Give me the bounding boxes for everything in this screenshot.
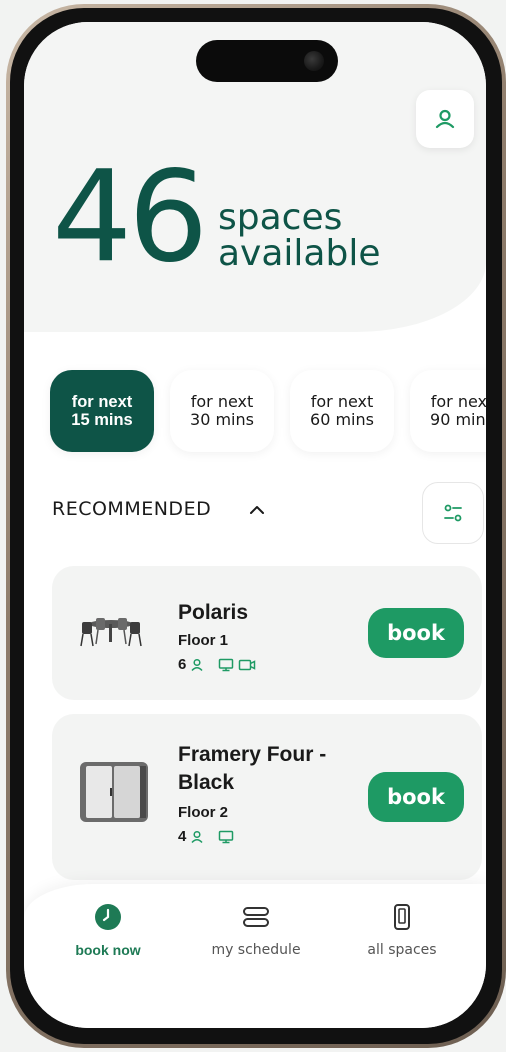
space-floor: Floor 1 [178, 632, 229, 649]
time-filter-line2: 60 mins [310, 410, 374, 429]
book-button[interactable]: book [368, 608, 464, 658]
monitor-icon [219, 658, 234, 671]
app-screen: 46 spaces available for next 15 mins for… [24, 22, 486, 1028]
available-label-line1: spaces [218, 197, 343, 238]
book-button[interactable]: book [368, 772, 464, 822]
space-name-line1: Framery Four - [178, 743, 327, 766]
user-icon [435, 109, 455, 129]
available-label: spaces available [218, 200, 381, 272]
nav-my-schedule[interactable]: my schedule [186, 902, 326, 972]
chevron-up-icon[interactable] [247, 500, 267, 520]
room-icon [394, 904, 410, 930]
schedule-icon [243, 907, 269, 927]
time-filter-line2: 30 mins [190, 410, 254, 429]
time-filter-90[interactable]: for next 90 mins [410, 370, 486, 452]
nav-label: all spaces [367, 942, 437, 958]
space-capacity: 4 [178, 828, 187, 845]
recommended-heading: RECOMMENDED [52, 498, 212, 520]
meeting-table-icon [80, 618, 142, 647]
time-filter-tabs: for next 15 mins for next 30 mins for ne… [44, 370, 486, 456]
available-label-line2: available [218, 233, 381, 274]
available-count: 46 [52, 143, 208, 290]
time-filter-line1: for next [430, 392, 486, 411]
filter-sliders-icon [444, 504, 462, 522]
time-filter-line1: for next [190, 392, 254, 411]
nav-all-spaces[interactable]: all spaces [332, 902, 472, 972]
monitor-icon [219, 830, 234, 843]
space-name-line2: Black [178, 771, 235, 794]
nav-book-now[interactable]: book now [38, 902, 178, 972]
nav-label: my schedule [211, 942, 301, 958]
camera-icon [304, 51, 324, 71]
time-filter-line2: 90 mins [430, 410, 486, 429]
dynamic-island [196, 40, 338, 82]
space-capacity: 6 [178, 656, 187, 673]
clock-icon [95, 904, 121, 930]
time-filter-60[interactable]: for next 60 mins [290, 370, 394, 452]
space-card-polaris[interactable]: Polaris Floor 1 6 book [52, 566, 482, 700]
person-icon [191, 658, 203, 671]
time-filter-line2: 15 mins [71, 411, 133, 429]
time-filter-line1: for next [310, 392, 374, 411]
profile-button[interactable] [416, 90, 474, 148]
space-floor: Floor 2 [178, 804, 229, 821]
nav-label: book now [75, 942, 141, 958]
phone-booth-icon [80, 762, 148, 822]
space-name: Polaris [178, 601, 249, 624]
person-icon [191, 830, 203, 843]
video-icon [239, 659, 256, 670]
time-filter-30[interactable]: for next 30 mins [170, 370, 274, 452]
time-filter-line1: for next [71, 393, 133, 411]
phone-frame: 46 spaces available for next 15 mins for… [6, 4, 506, 1048]
filter-button[interactable] [422, 482, 484, 544]
space-card-framery[interactable]: Framery Four - Black Floor 2 4 book [52, 714, 482, 880]
time-filter-15[interactable]: for next 15 mins [50, 370, 154, 452]
bottom-nav: book now my schedule all spaces [24, 884, 486, 1028]
space-meta: 6 [178, 656, 256, 673]
space-meta: 4 [178, 828, 234, 845]
